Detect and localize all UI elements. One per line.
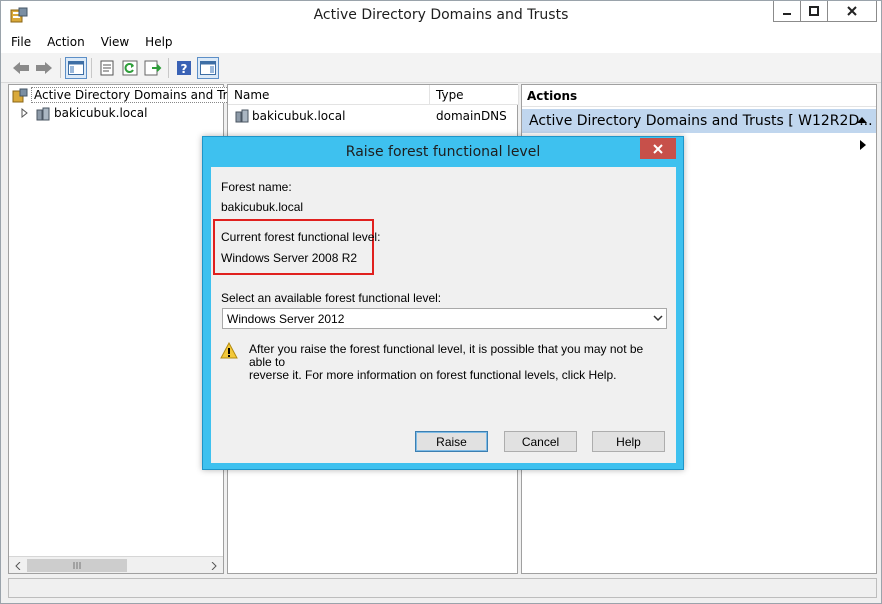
toolbar-separator [168,58,169,78]
expand-arrow-icon[interactable] [19,108,29,118]
console-tree-icon [68,61,84,75]
tree-horizontal-scrollbar[interactable] [9,556,223,573]
select-level-label: Select an available forest functional le… [221,291,442,305]
warning-line-1: After you raise the forest functional le… [249,342,644,369]
raise-forest-level-dialog: Raise forest functional level Forest nam… [202,136,684,470]
current-level-value: Windows Server 2008 R2 [221,251,358,265]
dialog-title: Raise forest functional level [345,144,541,160]
chevron-left-icon [15,561,21,570]
export-list-icon [144,60,162,76]
back-arrow-icon [13,62,29,74]
column-header-name[interactable]: Name [228,85,430,105]
show-hide-action-pane-icon [200,61,216,75]
warning-text: After you raise the forest functional le… [249,343,669,382]
tree-domain-label: bakicubuk.local [54,106,148,120]
highlight-box [213,219,374,275]
toolbar: ? [1,53,881,83]
actions-section-header[interactable]: Active Directory Domains and Trusts [ W1… [522,109,876,133]
warning-line-2: reverse it. For more information on fore… [249,368,617,382]
properties-icon [100,60,114,76]
back-button[interactable] [10,57,32,79]
tree-item-root[interactable]: Active Directory Domains and Trust [12,86,250,104]
export-list-button[interactable] [142,57,164,79]
grip-icon [73,562,81,569]
show-console-tree-button[interactable] [65,57,87,79]
forward-arrow-icon [36,62,52,74]
raise-button[interactable]: Raise [415,431,488,452]
tree-root-label: Active Directory Domains and Trust [31,87,250,103]
scroll-right-button[interactable] [207,559,221,572]
minimize-icon [783,13,791,15]
maximize-button[interactable] [800,1,828,22]
close-icon [847,6,857,16]
maximize-icon [809,6,819,16]
forest-name-label: Forest name: [221,180,292,194]
warning-icon [220,342,238,359]
chevron-down-icon [653,315,663,322]
toolbar-separator [60,58,61,78]
scroll-left-button[interactable] [11,559,25,572]
console-tree-pane: Active Directory Domains and Trust bakic… [8,84,250,574]
forest-name-value: bakicubuk.local [221,200,304,214]
current-level-label: Current forest functional level: [221,230,381,244]
title-bar[interactable]: Active Directory Domains and Trusts [1,1,881,31]
menu-action[interactable]: Action [47,35,85,49]
window-title: Active Directory Domains and Trusts [313,7,569,23]
dialog-close-button[interactable] [640,138,676,159]
menu-bar: File Action View Help [1,31,881,53]
properties-button[interactable] [96,57,118,79]
tree-item-domain[interactable]: bakicubuk.local [13,104,147,122]
actions-header: Actions [522,85,876,107]
dialog-body: Forest name: bakicubuk.local Current for… [211,167,676,463]
menu-file[interactable]: File [11,35,31,49]
ad-domains-trusts-icon [12,88,28,102]
main-window: Active Directory Domains and Trusts File… [0,0,882,604]
window-controls [773,1,877,23]
domain-icon [235,109,249,123]
close-icon [653,143,663,154]
list-item-type: domainDNS [436,109,507,123]
refresh-button[interactable] [119,57,141,79]
svg-text:?: ? [181,62,188,76]
close-window-button[interactable] [827,1,877,22]
minimize-button[interactable] [773,1,801,22]
help-icon: ? [177,61,191,76]
menu-view[interactable]: View [101,35,129,49]
list-item[interactable]: bakicubuk.local domainDNS [228,107,517,125]
domain-icon [36,107,50,120]
column-header-type[interactable]: Type [430,85,519,105]
collapse-up-icon[interactable] [856,116,868,124]
more-actions-arrow-icon[interactable] [860,140,866,150]
scrollbar-thumb[interactable] [27,559,127,572]
forest-level-dropdown[interactable]: Windows Server 2012 [222,308,667,329]
status-bar [8,578,877,598]
menu-help[interactable]: Help [145,35,172,49]
help-dialog-button[interactable]: Help [592,431,665,452]
refresh-icon [122,60,138,76]
toolbar-separator [91,58,92,78]
forward-button[interactable] [33,57,55,79]
show-action-pane-button[interactable] [197,57,219,79]
help-button[interactable]: ? [173,57,195,79]
chevron-right-icon [211,561,217,570]
cancel-button[interactable]: Cancel [504,431,577,452]
actions-section-label: Active Directory Domains and Trusts [ W1… [529,113,873,129]
dropdown-selected-value: Windows Server 2012 [227,311,345,326]
list-item-name: bakicubuk.local [252,109,346,123]
